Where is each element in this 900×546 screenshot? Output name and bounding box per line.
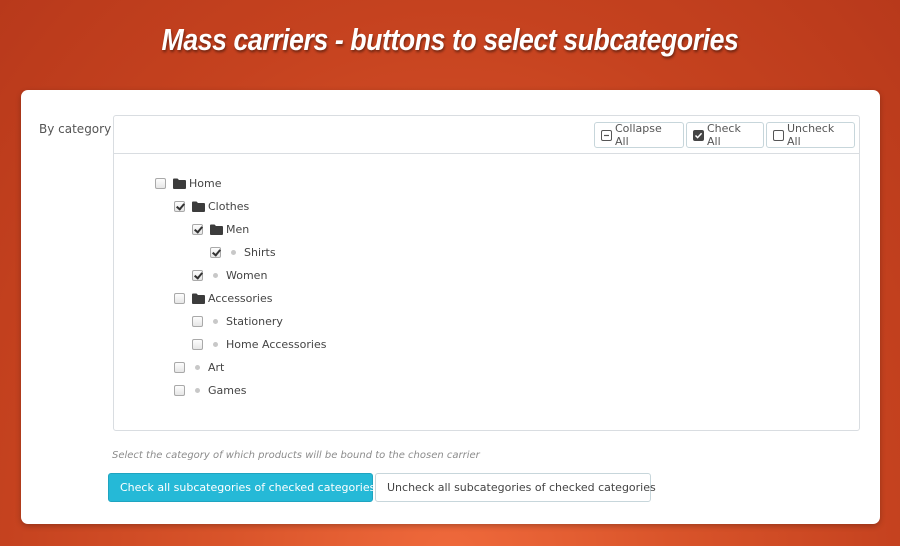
tree-node-clothes: Clothes <box>174 197 249 215</box>
folder-icon <box>192 201 205 212</box>
checkbox[interactable] <box>174 292 185 304</box>
tree-node-label: Women <box>226 268 268 282</box>
tree-node-games: Games <box>174 381 246 399</box>
uncheck-all-label: Uncheck All <box>787 122 835 148</box>
uncheck-subcategories-button[interactable]: Uncheck all subcategories of checked cat… <box>375 473 656 502</box>
page-headline: Mass carriers - buttons to select subcat… <box>161 22 739 57</box>
tree-node-label: Accessories <box>208 291 273 305</box>
empty-box-icon <box>773 129 784 141</box>
tree-node-label: Home Accessories <box>226 337 327 351</box>
checkbox[interactable] <box>192 338 203 350</box>
tree-node-women: Women <box>192 266 267 284</box>
folder-icon <box>173 178 186 189</box>
checkbox[interactable] <box>174 361 185 373</box>
tree-node-label: Home <box>189 176 222 190</box>
tree-node-label: Men <box>226 222 250 236</box>
by-category-label: By category <box>39 122 112 136</box>
tree-node-label: Shirts <box>244 245 276 259</box>
checkbox[interactable] <box>192 269 203 281</box>
checkbox[interactable] <box>155 177 166 189</box>
leaf-dot-icon <box>195 364 200 370</box>
leaf-dot-icon <box>213 341 218 347</box>
folder-icon <box>210 224 223 235</box>
help-text: Select the category of which products wi… <box>112 450 480 461</box>
tree-node-art: Art <box>174 358 224 376</box>
tree-node-label: Art <box>208 360 225 374</box>
leaf-dot-icon <box>213 318 218 324</box>
check-all-label: Check All <box>707 122 741 148</box>
collapse-icon <box>601 129 612 141</box>
checkbox[interactable] <box>174 384 185 396</box>
category-panel: By category Collapse All Check All Unche… <box>21 90 880 524</box>
tree-node-home-accessories: Home Accessories <box>192 335 326 353</box>
tree-node-accessories: Accessories <box>174 289 272 307</box>
collapse-all-button[interactable]: Collapse All <box>594 122 684 148</box>
checkbox[interactable] <box>174 200 185 212</box>
check-subcategories-button[interactable]: Check all subcategories of checked categ… <box>108 473 376 502</box>
tree-node-home: Home <box>155 174 221 192</box>
tree-node-shirts: Shirts <box>210 243 276 261</box>
tree-node-men: Men <box>192 220 249 238</box>
checkbox[interactable] <box>192 223 203 235</box>
check-subcategories-label: Check all subcategories of checked categ… <box>120 481 376 494</box>
tree-node-label: Clothes <box>208 199 250 213</box>
collapse-all-label: Collapse All <box>615 122 662 148</box>
folder-icon <box>192 293 205 304</box>
check-all-button[interactable]: Check All <box>686 122 764 148</box>
uncheck-all-button[interactable]: Uncheck All <box>766 122 855 148</box>
leaf-dot-icon <box>231 249 236 255</box>
tree-node-stationery: Stationery <box>192 312 283 330</box>
checkbox[interactable] <box>192 315 203 327</box>
tree-node-label: Games <box>208 383 247 397</box>
leaf-dot-icon <box>213 272 218 278</box>
leaf-dot-icon <box>195 387 200 393</box>
checkbox[interactable] <box>210 246 221 258</box>
checked-box-icon <box>693 129 704 141</box>
uncheck-subcategories-label: Uncheck all subcategories of checked cat… <box>387 481 656 494</box>
tree-toolbar: Collapse All Check All Uncheck All <box>114 116 859 154</box>
category-tree: Collapse All Check All Uncheck All Home <box>113 115 860 431</box>
tree-node-label: Stationery <box>226 314 283 328</box>
